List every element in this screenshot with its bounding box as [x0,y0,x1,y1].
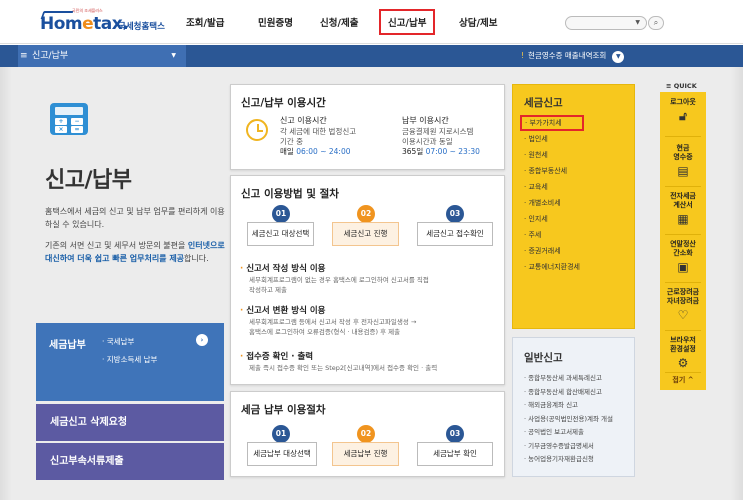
receipt-icon: ▤ [677,164,689,178]
method-write-desc: 세무회계프로그램이 없는 경우 홈택스에 로그인하여 신고서를 직접 작성하고 제… [249,276,429,294]
nav-inquiry[interactable]: 조회/발급 [186,15,224,29]
general-item[interactable]: · 종합부동산세 합산배제신고 [524,386,613,400]
quick-menu: ≡ QUICK 로그아웃 🔓︎ 현금 영수증 ▤ 전자세금 계산서 ▦ 연말정산 간소화 ▣ … [660,80,706,390]
chevron-down-icon: ▼ [635,19,640,26]
hours-title: 신고/납부 이용시간 [241,97,326,109]
sub-nav-bar: ≡ 신고/납부 ▼ ! 현금영수증 매출내역조회 ▼ [0,45,743,67]
payment-hours: 납부 이용시간 금융결제원 지로시스템 이용시간과 동일 365일 07:00 … [402,116,480,156]
general-item[interactable]: · 사업용(공익법인전용)계좌 개설 [524,413,613,427]
general-filing-title: 일반신고 [524,352,563,364]
tax-item-corporate[interactable]: · 법인세 [524,131,584,147]
clock-icon [246,119,268,141]
tax-filing-title: 세금신고 [524,97,563,109]
howto-title: 신고 이용방법 및 절차 [241,188,339,200]
search-input[interactable]: ▼ [565,16,647,30]
step-number-1: 01 [272,205,290,223]
local-income-tax-payment-link[interactable]: · 지방소득세 납부 [102,354,157,365]
hometax-logo[interactable]: 국민의 조세플러스 Hometax. 국세청홈택스 [40,8,165,36]
step-number-3: 03 [446,205,464,223]
general-item[interactable]: · 종합부동산세 과세특례신고 [524,372,613,386]
notice-link[interactable]: ! 현금영수증 매출내역조회 ▼ [521,45,625,67]
quick-browser-settings[interactable]: 브라우저 환경설정 ⚙ [660,336,706,370]
quick-year-end[interactable]: 연말정산 간소화 ▣ [660,240,706,274]
tax-item-liquor[interactable]: · 주세 [524,227,584,243]
step-number-2: 02 [357,205,375,223]
pay-step-number-2: 02 [357,425,375,443]
right-shadow [731,67,743,500]
nav-consult[interactable]: 상담/제보 [459,15,497,29]
pay-step-progress[interactable]: 세금납부 진행 [332,442,399,466]
page-description: 홈택스에서 세금의 신고 및 납부 업무를 편리하게 이용하실 수 있습니다. … [45,205,225,273]
receipt-desc: 제출 즉시 접수증 확인 또는 Step2[신고내역]에서 접수증 확인 · 출… [249,364,438,372]
quick-collapse[interactable]: 접기 ^ [660,376,706,385]
tax-item-traffic-energy[interactable]: · 교통에너지환경세 [524,259,584,275]
quick-logout[interactable]: 로그아웃 🔓︎ [660,98,706,123]
general-item[interactable]: · 해외금융계좌 신고 [524,399,613,413]
description-detail: 기존의 서면 신고 및 세무서 방문의 불편을 인터넷으로 대신하여 더욱 쉽고… [45,241,225,263]
chevron-right-icon[interactable]: › [196,334,208,346]
logo-wordmark: Hometax. [40,14,129,34]
invoice-icon: ▦ [677,212,689,226]
receipt-title: · 접수증 확인 · 출력 [240,352,314,362]
payment-procedure-title: 세금 납부 이용절차 [241,404,326,416]
filing-hours: 신고 이용시간 각 세금에 대한 법정신고 기간 중 매일 06:00 ~ 24… [280,116,357,156]
pay-step-select[interactable]: 세금납부 대상선택 [247,442,317,466]
general-item[interactable]: · 기부금영수증발급명세서 [524,440,613,454]
alert-icon: ! [521,51,525,60]
national-tax-payment-link[interactable]: · 국세납부 [102,336,134,347]
chevron-down-icon: ▼ [612,51,625,63]
method-write-title: · 신고서 작성 방식 이용 [240,264,326,274]
notice-text: 현금영수증 매출내역조회 [528,51,607,60]
tax-item-comprehensive-property[interactable]: · 종합부동산세 [524,163,584,179]
nav-filing-payment[interactable]: 신고/납부 [379,9,436,35]
general-filing-panel: 일반신고 · 종합부동산세 과세특례신고 · 종합부동산세 합산배제신고 · 해… [512,337,635,477]
nav-apply[interactable]: 신청/제출 [320,15,358,29]
category-dropdown[interactable]: ≡ 신고/납부 ▼ [18,45,186,67]
quick-incentive[interactable]: 근로장려금 자녀장려금 ♡ [660,288,706,322]
tax-payment-menu[interactable]: 세금납부 · 국세납부 · 지방소득세 납부 › [36,323,224,401]
tax-item-withholding[interactable]: · 원천세 [524,147,584,163]
pay-step-confirm[interactable]: 세금납부 확인 [417,442,493,466]
menu-icon: ≡ [20,51,28,61]
nav-certificate[interactable]: 민원증명 [258,15,293,29]
tax-item-education[interactable]: · 교육세 [524,179,584,195]
pay-step-number-3: 03 [446,425,464,443]
heart-icon: ♡ [677,308,689,322]
general-item[interactable]: · 농어업용기자재환급신청 [524,453,613,467]
attach-documents-button[interactable]: 신고부속서류제출 [36,443,224,480]
tax-item-vat[interactable]: · 부가가치세 [520,115,584,131]
left-shadow [0,67,12,500]
general-filing-list: · 종합부동산세 과세특례신고 · 종합부동산세 합산배제신고 · 해외금융계좌… [524,372,613,467]
gear-icon: ⚙ [677,356,689,370]
method-convert-desc: 세무회계프로그램 등에서 신고서 작성 후 전자신고파일생성 → 홈택스에 로그인… [249,318,417,336]
lock-icon: 🔓︎ [679,109,687,123]
description-intro: 홈택스에서 세금의 신고 및 납부 업무를 편리하게 이용하실 수 있습니다. [45,207,225,229]
logo-subtitle: 국세청홈택스 [118,22,165,32]
search-icon[interactable]: ⌕ [648,16,664,30]
tax-filing-list: · 부가가치세 · 법인세 · 원천세 · 종합부동산세 · 교육세 · 개별소… [520,115,584,275]
tax-item-securities[interactable]: · 증권거래세 [524,243,584,259]
tax-item-stamp[interactable]: · 인지세 [524,211,584,227]
quick-cash-receipt[interactable]: 현금 영수증 ▤ [660,144,706,178]
delete-request-button[interactable]: 세금신고 삭제요청 [36,404,224,441]
page-title: 신고/납부 [45,168,132,193]
filing-step-confirm[interactable]: 세금신고 접수확인 [417,222,493,246]
method-convert-title: · 신고서 변환 방식 이용 [240,306,326,316]
document-icon: ▣ [677,260,689,274]
pay-step-number-1: 01 [272,425,290,443]
general-item[interactable]: · 공익법인 보고서제출 [524,426,613,440]
filing-step-progress[interactable]: 세금신고 진행 [332,222,399,246]
filing-step-select[interactable]: 세금신고 대상선택 [247,222,314,246]
tax-filing-panel: 세금신고 · 부가가치세 · 법인세 · 원천세 · 종합부동산세 · 교육세 … [512,84,635,329]
quick-header: ≡ QUICK [666,82,697,90]
calculator-icon: + − × = [50,103,88,135]
tax-item-excise[interactable]: · 개별소비세 [524,195,584,211]
tax-payment-title: 세금납부 [49,340,86,351]
category-label: 신고/납부 [32,51,69,61]
page: 국민의 조세플러스 Hometax. 국세청홈택스 조회/발급 민원증명 신청/… [0,0,743,500]
header: 국민의 조세플러스 Hometax. 국세청홈택스 조회/발급 민원증명 신청/… [0,0,743,44]
chevron-down-icon: ▼ [171,52,176,59]
quick-e-invoice[interactable]: 전자세금 계산서 ▦ [660,192,706,226]
